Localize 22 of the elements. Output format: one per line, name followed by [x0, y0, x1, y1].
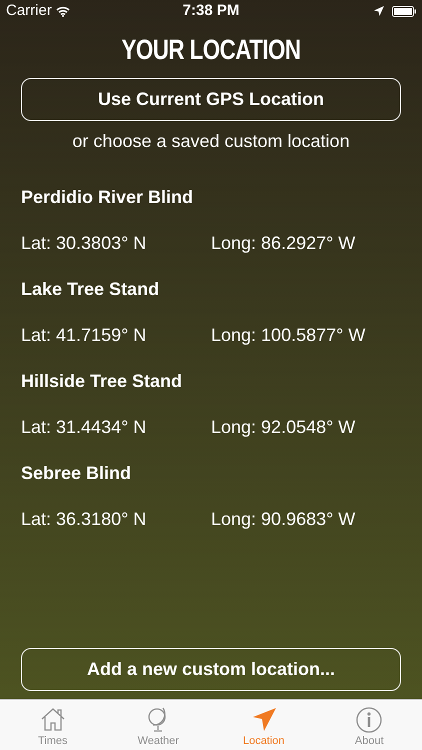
subtitle-text: or choose a saved custom location [71, 130, 351, 153]
info-icon [355, 706, 384, 734]
location-name[interactable]: Sebree Blind [21, 459, 401, 505]
location-name[interactable]: Hillside Tree Stand [21, 367, 401, 413]
longitude-text: Long: 86.2927° W [211, 232, 356, 255]
latitude-text: Lat: 31.4434° N [21, 416, 148, 439]
latitude-text: Lat: 36.3180° N [21, 508, 148, 531]
location-arrow-icon [374, 6, 384, 16]
add-location-button[interactable]: Add a new custom location... [21, 648, 401, 691]
location-name[interactable]: Perdidio River Blind [21, 183, 401, 229]
carrier-text: Carrier [6, 0, 52, 21]
latitude-text: Lat: 41.7159° N [21, 324, 148, 347]
latitude-text: Lat: 30.3803° N [21, 232, 148, 255]
longitude-text: Long: 100.5877° W [211, 324, 366, 347]
longitude-text: Long: 90.9683° W [211, 508, 356, 531]
gps-location-button[interactable]: Use Current GPS Location [21, 78, 401, 121]
wifi-icon [56, 6, 70, 16]
screen-title: YOUR LOCATION [120, 33, 302, 67]
location-name[interactable]: Lake Tree Stand [21, 275, 401, 321]
battery-icon [392, 6, 416, 16]
clock-text: 7:38 PM [182, 0, 240, 21]
longitude-text: Long: 92.0548° W [211, 416, 356, 439]
